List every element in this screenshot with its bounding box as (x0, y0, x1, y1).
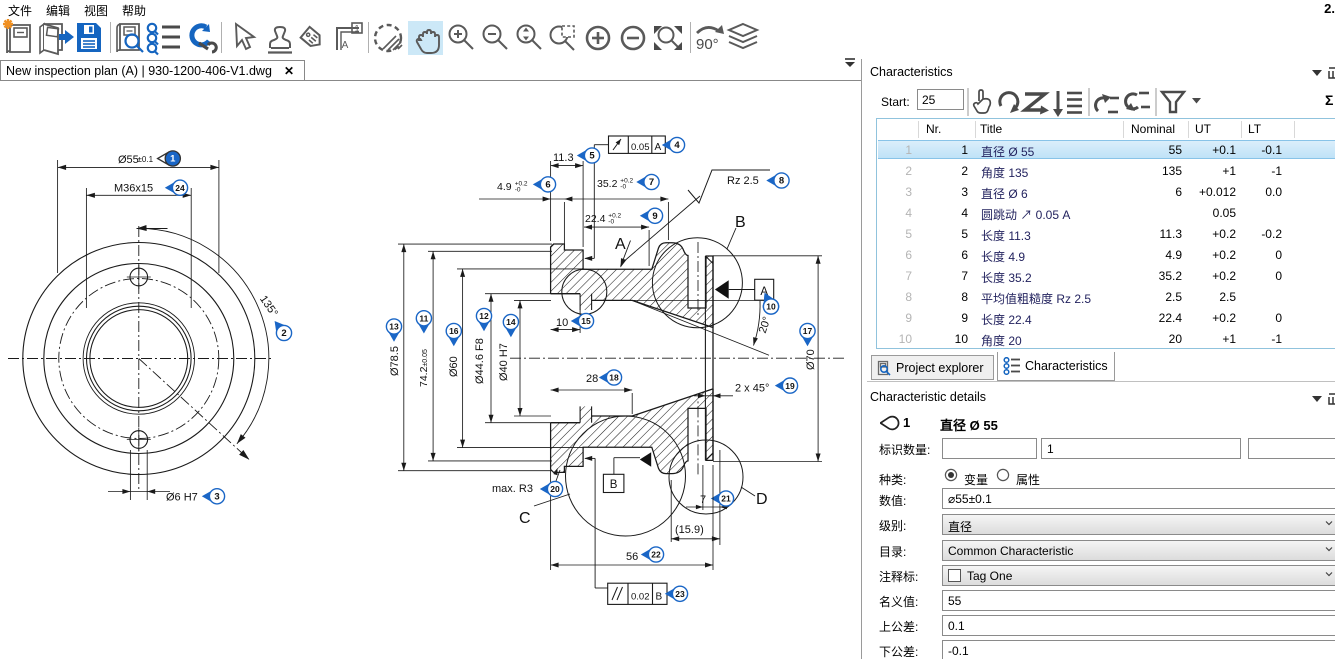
svg-text:8: 8 (779, 176, 784, 187)
svg-text:A: A (615, 236, 626, 253)
svg-text:4: 4 (674, 140, 680, 151)
svg-text:7: 7 (649, 177, 654, 188)
svg-text:21: 21 (721, 494, 731, 504)
svg-text:2: 2 (281, 328, 286, 339)
svg-text:24: 24 (175, 183, 185, 193)
svg-text:10: 10 (556, 317, 568, 329)
svg-text:Ø60: Ø60 (448, 356, 460, 377)
svg-text:135°: 135° (257, 294, 280, 320)
svg-text:19: 19 (785, 381, 795, 391)
svg-text:18: 18 (609, 373, 619, 383)
svg-text:M36x15: M36x15 (114, 183, 153, 195)
svg-text:74.2±0.05: 74.2±0.05 (418, 349, 430, 387)
svg-text:(15.9): (15.9) (675, 524, 704, 536)
svg-text:28: 28 (586, 373, 598, 385)
svg-text:7: 7 (700, 494, 706, 506)
svg-text:±0.1: ±0.1 (138, 155, 154, 164)
svg-text:B: B (610, 479, 618, 491)
svg-text:Rz 2.5: Rz 2.5 (727, 175, 759, 187)
svg-text:20: 20 (550, 484, 560, 494)
svg-text:56: 56 (626, 551, 638, 563)
svg-text:11: 11 (419, 314, 428, 324)
svg-text:35.2: 35.2 (597, 178, 618, 190)
svg-text:C: C (519, 510, 531, 527)
svg-text:90°: 90° (696, 36, 719, 53)
svg-text:max. R3: max. R3 (492, 483, 533, 495)
svg-text:10: 10 (766, 302, 776, 312)
svg-text:D: D (756, 491, 768, 508)
svg-text:Ø78.5: Ø78.5 (389, 346, 401, 376)
svg-text:-0: -0 (620, 184, 626, 191)
svg-text:Ø55: Ø55 (118, 154, 139, 166)
svg-text:23: 23 (675, 589, 685, 599)
svg-text:1: 1 (170, 154, 176, 165)
svg-text:A: A (655, 142, 662, 153)
svg-text:B: B (656, 592, 663, 603)
svg-text:12: 12 (479, 311, 489, 321)
svg-text:-0: -0 (515, 187, 521, 194)
svg-text:17: 17 (803, 326, 813, 336)
svg-text:6: 6 (545, 180, 550, 191)
svg-text:14: 14 (506, 317, 516, 327)
svg-text:11.3: 11.3 (553, 152, 574, 164)
svg-text:16: 16 (449, 326, 459, 336)
svg-text:Ø40 H7: Ø40 H7 (498, 343, 510, 381)
svg-text:Ø44.6 F8: Ø44.6 F8 (474, 338, 486, 384)
svg-text:A: A (342, 40, 349, 51)
svg-text:15: 15 (581, 316, 591, 326)
svg-text:13: 13 (389, 322, 399, 332)
svg-text:3: 3 (214, 492, 219, 503)
svg-text:0.02: 0.02 (631, 592, 650, 603)
svg-text:Ø6 H7: Ø6 H7 (166, 492, 198, 504)
svg-text:22.4: 22.4 (585, 213, 606, 225)
svg-text:5: 5 (589, 151, 595, 162)
svg-text:Ø70: Ø70 (805, 349, 817, 370)
svg-text:4.9: 4.9 (497, 181, 512, 193)
svg-text:-0: -0 (608, 219, 614, 226)
svg-text:2 x 45°: 2 x 45° (735, 383, 769, 395)
svg-text:B: B (735, 214, 746, 231)
svg-text:22: 22 (651, 550, 661, 560)
svg-text:1: 1 (354, 24, 359, 34)
svg-text:9: 9 (652, 211, 657, 222)
svg-text:0.05: 0.05 (631, 142, 650, 153)
